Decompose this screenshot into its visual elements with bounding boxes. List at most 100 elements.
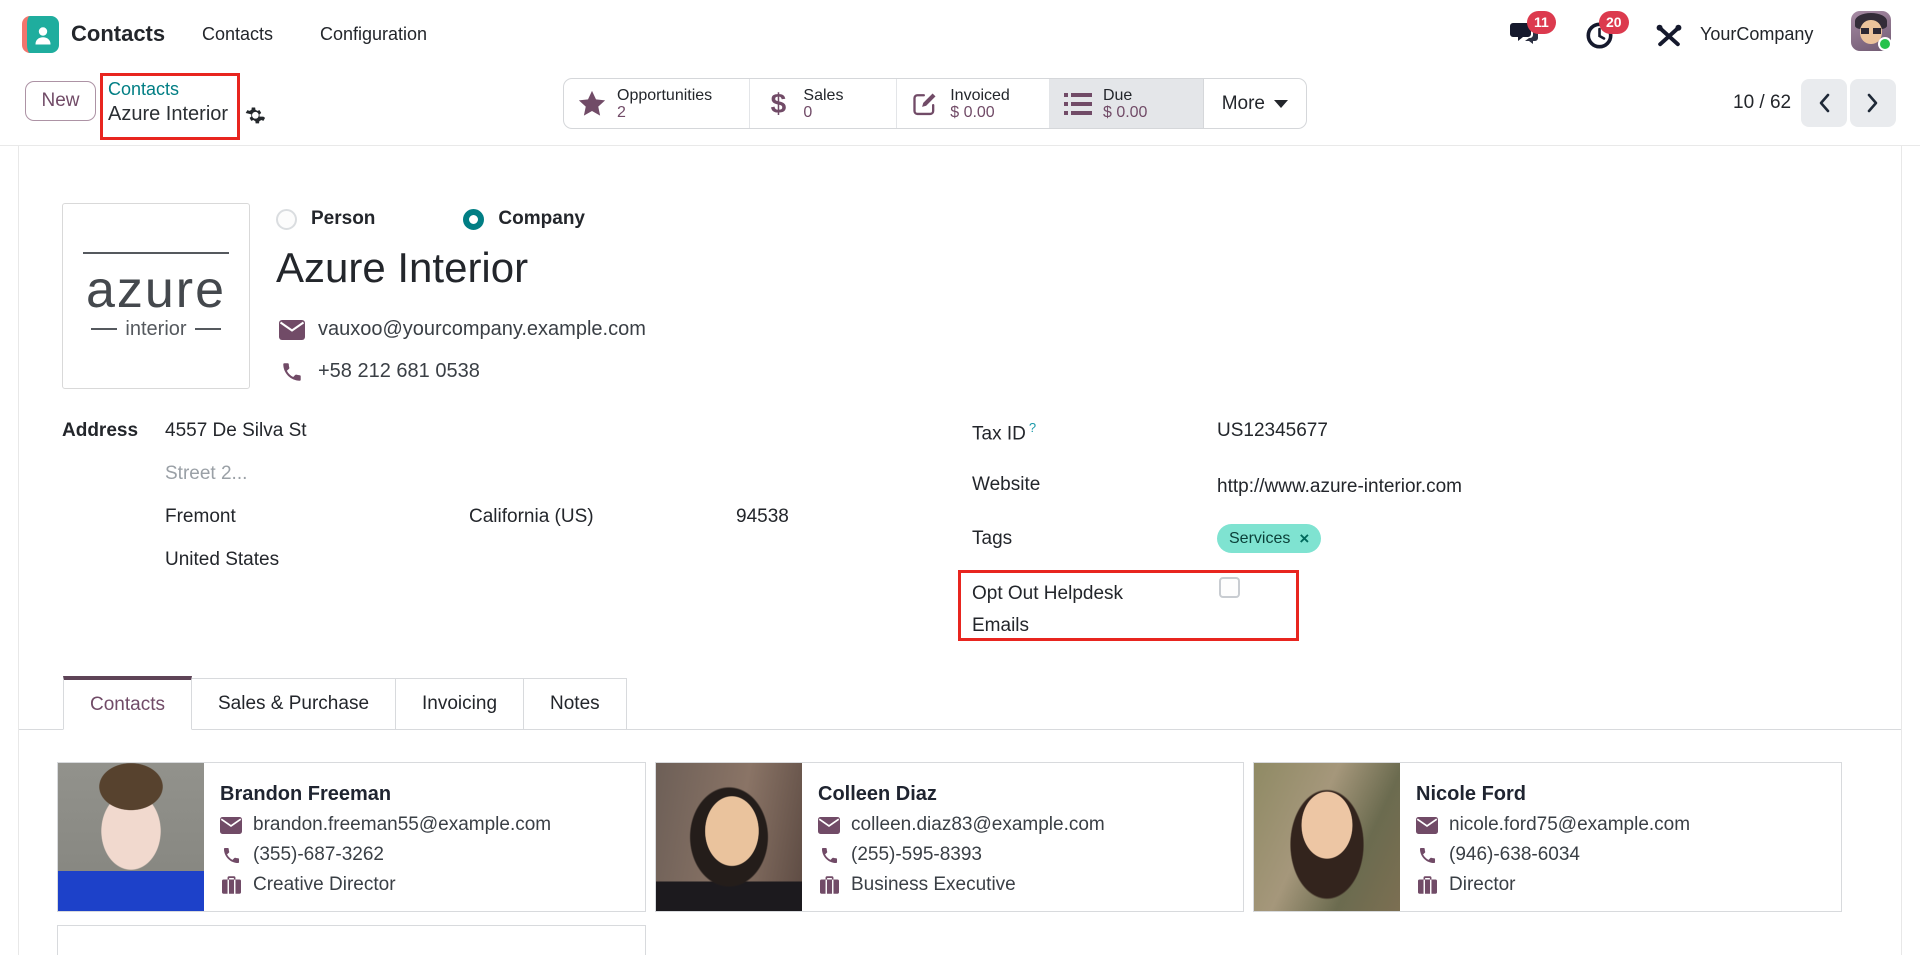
tab-invoicing[interactable]: Invoicing xyxy=(396,678,524,730)
stat-value: $ 0.00 xyxy=(1103,104,1147,121)
contact-photo xyxy=(1254,763,1400,911)
app-title: Contacts xyxy=(71,0,165,68)
record-name-input[interactable]: Azure Interior xyxy=(276,244,528,292)
contact-card[interactable]: Brandon Freeman brandon.freeman55@exampl… xyxy=(57,762,646,912)
radio-company-label[interactable]: Company xyxy=(498,208,585,230)
tags-label: Tags xyxy=(972,528,1012,550)
tax-id-field[interactable]: US12345677 xyxy=(1217,420,1328,442)
avatar-glasses xyxy=(1861,28,1881,34)
envelope-icon xyxy=(818,816,840,834)
nav-menu-contacts[interactable]: Contacts xyxy=(202,0,273,68)
city-field[interactable]: Fremont xyxy=(165,506,236,528)
radio-company[interactable] xyxy=(463,209,484,230)
street-field[interactable]: 4557 De Silva St xyxy=(165,420,307,442)
stat-invoiced-button[interactable]: Invoiced $ 0.00 xyxy=(896,79,1049,128)
stat-label: Opportunities xyxy=(617,87,712,104)
contact-name: Nicole Ford xyxy=(1416,783,1690,806)
app-window: Contacts Contacts Configuration 11 20 xyxy=(0,0,1920,955)
gear-icon[interactable] xyxy=(245,105,267,127)
online-status-dot xyxy=(1878,37,1892,51)
stat-label: Invoiced xyxy=(950,87,1010,104)
contact-email: colleen.diaz83@example.com xyxy=(851,814,1105,836)
email-row: vauxoo@yourcompany.example.com xyxy=(279,318,646,341)
email-value[interactable]: vauxoo@yourcompany.example.com xyxy=(318,318,646,341)
pager-next-button[interactable] xyxy=(1850,79,1896,127)
tab-sales-purchase[interactable]: Sales & Purchase xyxy=(192,678,396,730)
company-type-radio-group: Person Company xyxy=(276,208,585,230)
website-label: Website xyxy=(972,474,1040,496)
stat-sales-button[interactable]: $ Sales 0 xyxy=(749,79,896,128)
list-icon xyxy=(1063,89,1093,119)
breadcrumb-current: Azure Interior xyxy=(108,103,228,126)
opt-out-label: Opt Out Helpdesk Emails xyxy=(972,578,1172,642)
chevron-right-icon xyxy=(1865,93,1881,113)
messages-badge: 11 xyxy=(1527,11,1556,34)
stat-value: 0 xyxy=(803,104,843,121)
logo-rule xyxy=(83,252,229,254)
more-dropdown-button[interactable]: More xyxy=(1203,79,1306,128)
website-field[interactable]: http://www.azure-interior.com xyxy=(1217,476,1462,498)
tab-contacts[interactable]: Contacts xyxy=(63,676,192,730)
tag-name: Services xyxy=(1229,530,1290,548)
briefcase-icon xyxy=(818,876,840,894)
new-button[interactable]: New xyxy=(25,81,96,121)
contact-phone: (946)-638-6034 xyxy=(1449,844,1580,866)
phone-value[interactable]: +58 212 681 0538 xyxy=(318,360,480,383)
briefcase-icon xyxy=(220,876,242,894)
more-label: More xyxy=(1222,93,1265,115)
state-field[interactable]: California (US) xyxy=(469,506,594,528)
pager-counter: 10 / 62 xyxy=(1733,92,1791,114)
tax-id-label: Tax ID? xyxy=(972,420,1036,445)
contact-photo xyxy=(656,763,802,911)
top-navbar: Contacts Contacts Configuration 11 20 xyxy=(0,0,1920,68)
logo-word: azure xyxy=(86,264,226,316)
radio-person-label[interactable]: Person xyxy=(311,208,375,230)
tools-icon[interactable] xyxy=(1656,24,1684,50)
nav-menu-configuration[interactable]: Configuration xyxy=(320,0,427,68)
contact-card[interactable]: Nicole Ford nicole.ford75@example.com (9… xyxy=(1253,762,1842,912)
notebook-tabs: Contacts Sales & Purchase Invoicing Note… xyxy=(63,678,627,730)
tag-services[interactable]: Services × xyxy=(1217,524,1321,553)
opt-out-checkbox[interactable] xyxy=(1219,577,1240,598)
contact-email: nicole.ford75@example.com xyxy=(1449,814,1690,836)
tab-notes[interactable]: Notes xyxy=(524,678,627,730)
logo-subtitle: interior xyxy=(91,318,220,341)
stat-value: $ 0.00 xyxy=(950,104,1010,121)
contact-photo xyxy=(58,763,204,911)
stat-due-button[interactable]: Due $ 0.00 xyxy=(1049,79,1203,128)
dollar-icon: $ xyxy=(763,89,793,119)
chevron-left-icon xyxy=(1816,93,1832,113)
company-switcher[interactable]: YourCompany xyxy=(1700,0,1813,68)
contact-name: Colleen Diaz xyxy=(818,783,1105,806)
activities-badge: 20 xyxy=(1599,11,1629,34)
contact-job: Business Executive xyxy=(851,874,1016,896)
company-logo-image[interactable]: azure interior xyxy=(62,203,250,389)
control-panel: New Contacts Azure Interior Opportunitie… xyxy=(0,68,1920,146)
zip-field[interactable]: 94538 xyxy=(736,506,789,528)
envelope-icon xyxy=(220,816,242,834)
street2-field[interactable]: Street 2... xyxy=(165,463,247,485)
contact-name: Brandon Freeman xyxy=(220,783,551,806)
invoice-edit-icon xyxy=(910,89,940,119)
contact-card-partial[interactable] xyxy=(57,925,646,955)
contact-email: brandon.freeman55@example.com xyxy=(253,814,551,836)
person-icon xyxy=(31,23,55,47)
breadcrumb-parent-link[interactable]: Contacts xyxy=(108,79,179,100)
stat-opportunities-button[interactable]: Opportunities 2 xyxy=(564,79,749,128)
star-icon xyxy=(577,89,607,119)
phone-row: +58 212 681 0538 xyxy=(279,360,480,383)
pager-previous-button[interactable] xyxy=(1801,79,1847,127)
briefcase-icon xyxy=(1416,876,1438,894)
country-field[interactable]: United States xyxy=(165,549,279,571)
phone-icon xyxy=(279,361,305,383)
stat-label: Due xyxy=(1103,87,1147,104)
contact-card[interactable]: Colleen Diaz colleen.diaz83@example.com … xyxy=(655,762,1244,912)
stat-value: 2 xyxy=(617,104,712,121)
contacts-app-icon[interactable] xyxy=(22,16,59,53)
envelope-icon xyxy=(279,319,305,341)
radio-person[interactable] xyxy=(276,209,297,230)
chevron-down-icon xyxy=(1274,100,1288,108)
tag-remove-icon[interactable]: × xyxy=(1299,530,1309,547)
phone-icon xyxy=(220,846,242,864)
stat-button-box: Opportunities 2 $ Sales 0 xyxy=(563,78,1307,129)
